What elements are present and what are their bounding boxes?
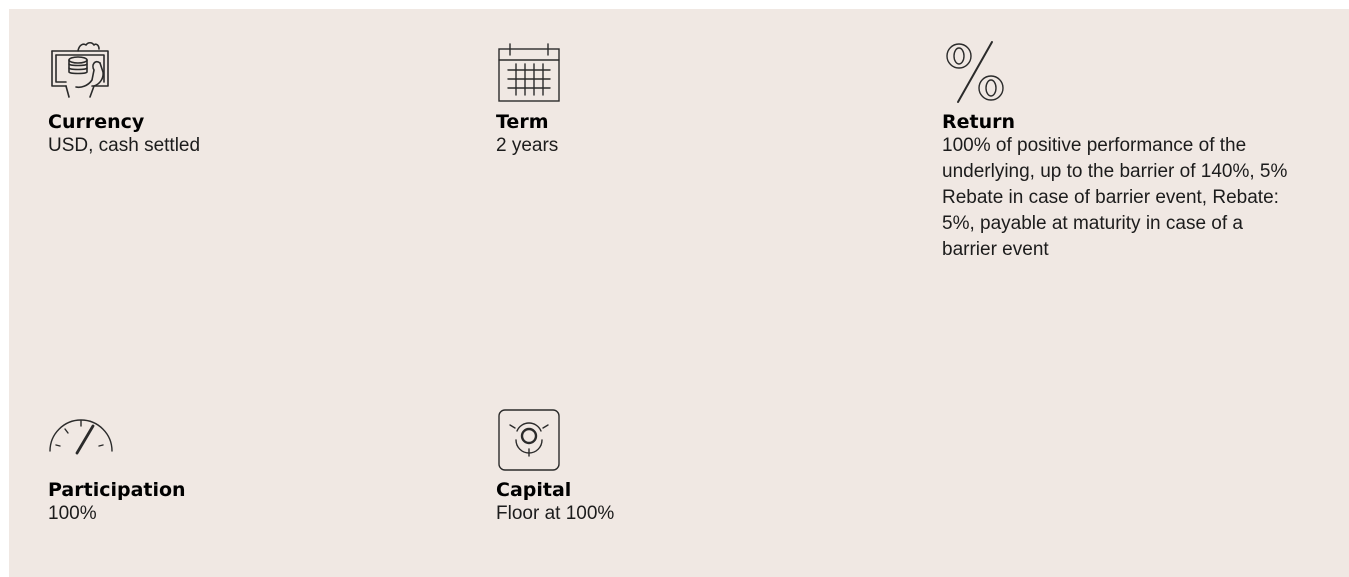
cash-in-hand-icon — [48, 39, 114, 105]
return-value: 100% of positive performance of the unde… — [942, 135, 1288, 260]
return-title: Return — [942, 111, 1016, 133]
capital-title: Capital — [496, 479, 572, 501]
currency-title: Currency — [48, 111, 145, 133]
currency-value: USD, cash settled — [48, 135, 201, 156]
key-fact-participation: Participation 100% — [48, 407, 408, 527]
key-fact-capital: Capital Floor at 100% — [496, 407, 856, 527]
participation-title: Participation — [48, 479, 186, 501]
calendar-icon — [496, 39, 562, 105]
key-facts-panel: Currency USD, cash settled Term 2 years — [9, 9, 1349, 577]
capital-value: Floor at 100% — [496, 503, 615, 524]
key-fact-currency: Currency USD, cash settled — [48, 39, 408, 159]
key-fact-term: Term 2 years — [496, 39, 856, 159]
gauge-icon — [48, 407, 114, 473]
key-fact-return: Return 100% of positive performance of t… — [942, 39, 1302, 263]
term-title: Term — [496, 111, 549, 133]
percent-icon — [942, 39, 1008, 105]
participation-value: 100% — [48, 503, 97, 524]
safe-icon — [496, 407, 562, 473]
term-value: 2 years — [496, 135, 559, 156]
